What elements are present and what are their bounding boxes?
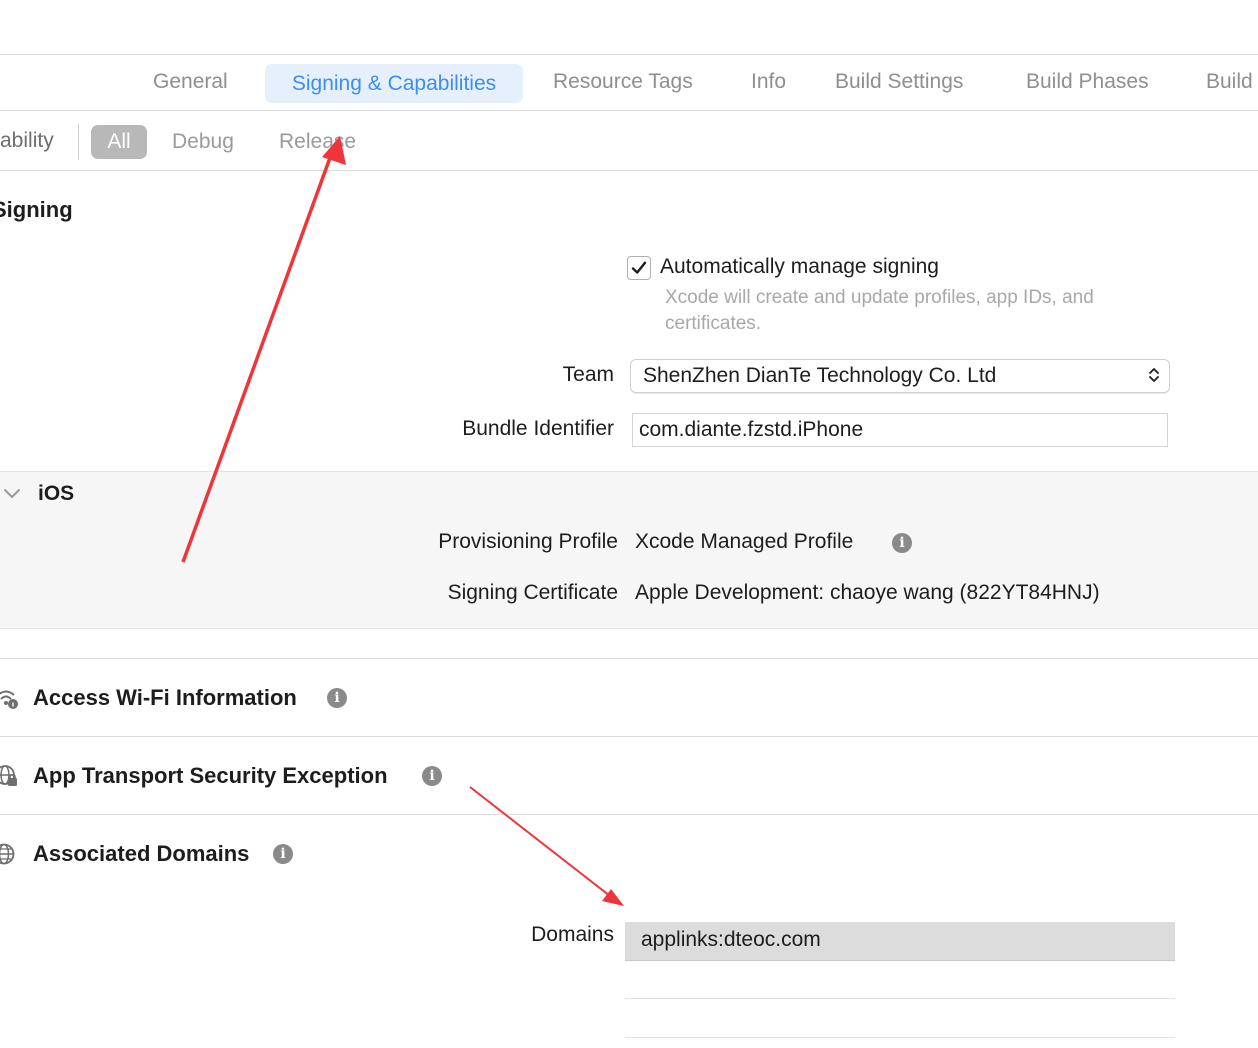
globe-icon — [0, 842, 16, 871]
team-popup-button[interactable]: ShenZhen DianTe Technology Co. Ltd — [630, 359, 1170, 393]
tab-general[interactable]: General — [153, 70, 228, 94]
team-label: Team — [562, 363, 614, 386]
filter-bar-divider — [0, 170, 1258, 171]
tab-bar-divider — [0, 110, 1258, 111]
signing-certificate-value: Apple Development: chaoye wang (822YT84H… — [635, 581, 1100, 604]
tab-build-rules[interactable]: Build — [1206, 70, 1253, 94]
info-icon[interactable]: i — [327, 688, 347, 708]
auto-manage-signing-label: Automatically manage signing — [660, 255, 939, 278]
tab-build-settings[interactable]: Build Settings — [835, 70, 963, 94]
domain-entry: applinks:dteoc.com — [641, 928, 821, 951]
domain-list-row-divider — [625, 998, 1175, 999]
section-divider — [0, 736, 1258, 737]
checkmark-icon — [631, 261, 647, 274]
domain-list-row-divider — [625, 1037, 1175, 1038]
chevron-down-icon[interactable] — [2, 486, 22, 507]
filter-separator — [78, 124, 79, 160]
capability-wifi-title: Access Wi-Fi Information — [33, 685, 297, 710]
wifi-info-icon — [0, 686, 20, 715]
signing-section-title: Signing — [0, 197, 73, 222]
signing-certificate-label: Signing Certificate — [447, 581, 618, 604]
provisioning-profile-label: Provisioning Profile — [438, 530, 618, 553]
tab-build-phases[interactable]: Build Phases — [1026, 70, 1149, 94]
filter-debug[interactable]: Debug — [172, 130, 234, 154]
filter-release[interactable]: Release — [279, 130, 356, 154]
annotation-arrow-line — [469, 786, 611, 897]
section-divider — [0, 658, 1258, 659]
info-icon[interactable]: i — [422, 766, 442, 786]
provisioning-profile-value: Xcode Managed Profile — [635, 530, 854, 553]
annotation-arrowhead — [602, 889, 624, 906]
domain-list-row[interactable]: applinks:dteoc.com — [625, 922, 1175, 961]
capability-associated-domains-title: Associated Domains — [33, 841, 250, 866]
domains-label: Domains — [531, 923, 614, 946]
ios-section-title: iOS — [38, 482, 75, 505]
ios-signing-section — [0, 471, 1258, 629]
auto-manage-help-text-line2: certificates. — [665, 313, 762, 334]
chevron-up-down-icon — [1147, 364, 1161, 391]
filter-all[interactable]: All — [91, 125, 147, 159]
top-divider — [0, 54, 1258, 55]
capability-ats-title: App Transport Security Exception — [33, 763, 388, 788]
auto-manage-signing-checkbox[interactable] — [627, 256, 651, 280]
bundle-identifier-label: Bundle Identifier — [462, 417, 614, 440]
globe-lock-icon — [0, 763, 20, 794]
auto-manage-help-text-line1: Xcode will create and update profiles, a… — [665, 287, 1094, 308]
info-icon[interactable]: i — [273, 844, 293, 864]
team-value: ShenZhen DianTe Technology Co. Ltd — [643, 364, 997, 387]
tab-signing-capabilities[interactable]: Signing & Capabilities — [265, 64, 523, 103]
tab-info[interactable]: Info — [751, 70, 786, 94]
info-icon[interactable]: i — [892, 533, 912, 553]
add-capability-button[interactable]: ability — [0, 129, 54, 153]
bundle-identifier-field[interactable]: com.diante.fzstd.iPhone — [632, 413, 1168, 447]
bundle-identifier-value: com.diante.fzstd.iPhone — [639, 418, 864, 441]
tab-resource-tags[interactable]: Resource Tags — [553, 70, 693, 94]
section-divider — [0, 814, 1258, 815]
